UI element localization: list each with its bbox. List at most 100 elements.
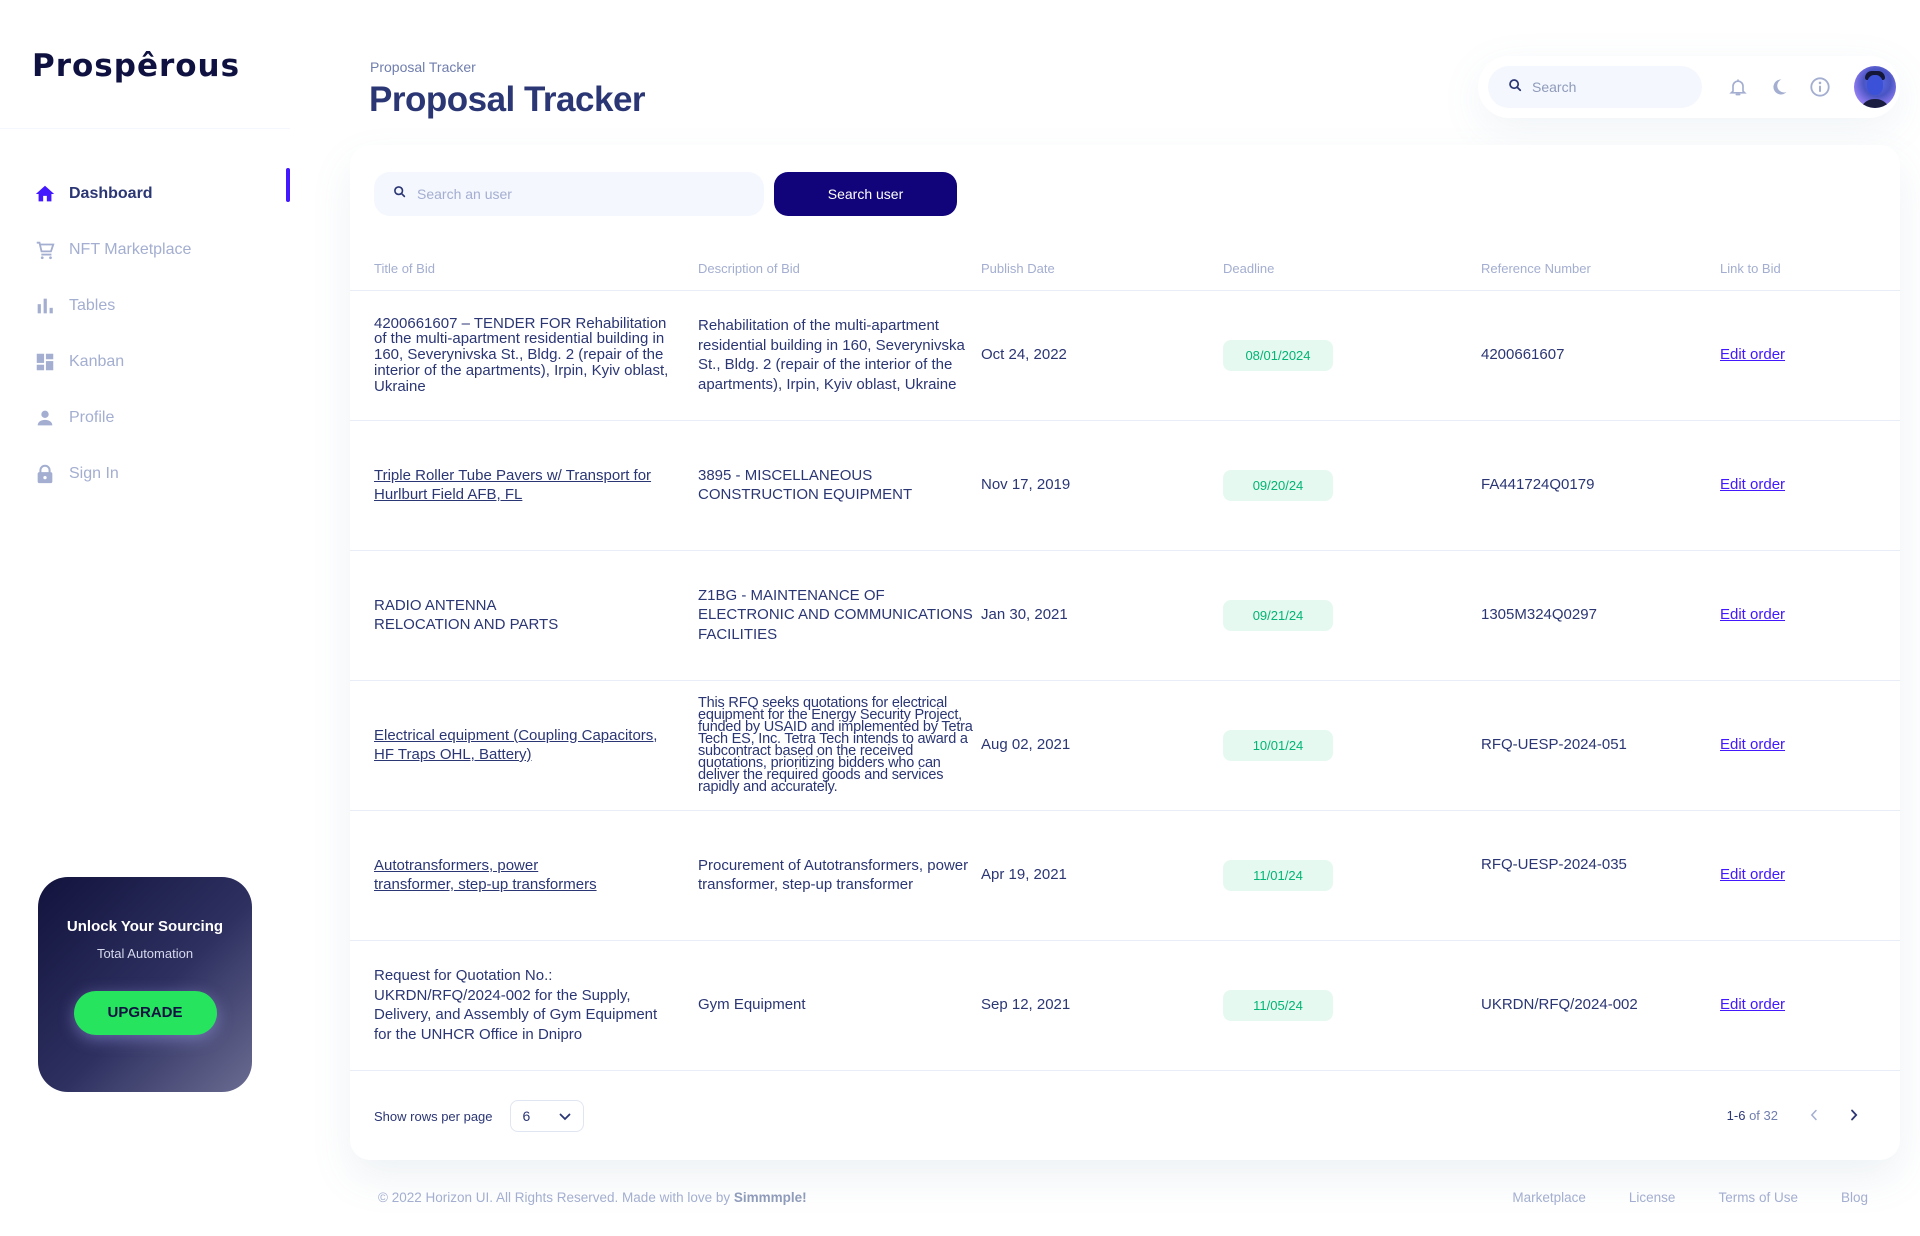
top-navbar (1478, 56, 1900, 118)
rows-per-page: Show rows per page 6 (374, 1100, 584, 1132)
deadline-cell: 09/21/24 (1223, 550, 1481, 681)
sidebar-item-dashboard[interactable]: Dashboard (0, 166, 290, 222)
user-search-input[interactable] (417, 186, 737, 202)
bell-icon[interactable] (1726, 75, 1750, 99)
author-link[interactable]: Simmmple! (734, 1190, 807, 1205)
footer-links: Marketplace License Terms of Use Blog (1469, 1190, 1868, 1205)
table-row: 4200661607 – TENDER FOR Rehabilitation o… (350, 290, 1900, 421)
breadcrumb[interactable]: Proposal Tracker (370, 59, 476, 75)
reference-number-cell: RFQ-UESP-2024-035 (1481, 810, 1720, 941)
reference-number: 1305M324Q0297 (1481, 550, 1720, 681)
publish-date: Jan 30, 2021 (981, 550, 1223, 681)
sidebar-item-sign-in[interactable]: Sign In (0, 446, 290, 502)
sidebar-item-profile[interactable]: Profile (0, 390, 290, 446)
avatar-body (1860, 99, 1890, 108)
active-indicator (286, 168, 290, 202)
info-icon[interactable] (1808, 75, 1832, 99)
rows-per-page-value: 6 (522, 1108, 531, 1124)
bid-description: Gym Equipment (698, 940, 981, 1071)
edit-order-link[interactable]: Edit order (1720, 996, 1785, 1013)
column-header-link[interactable]: Link to Bid (1720, 255, 1900, 291)
dashboard-grid-icon (34, 351, 56, 373)
moon-icon[interactable] (1767, 75, 1791, 99)
bid-description: This RFQ seeks quotations for electrical… (698, 680, 981, 811)
upgrade-promo-card: Unlock Your Sourcing Total Automation UP… (38, 877, 252, 1092)
sidebar-item-tables[interactable]: Tables (0, 278, 290, 334)
edit-order-link[interactable]: Edit order (1720, 736, 1785, 753)
column-header-deadline[interactable]: Deadline (1223, 255, 1481, 291)
sidebar-divider (0, 128, 290, 129)
reference-number: RFQ-UESP-2024-035 (1481, 856, 1627, 874)
rows-per-page-label: Show rows per page (374, 1108, 493, 1124)
bid-title-link[interactable]: Autotransformers, power transformer, ste… (374, 857, 597, 894)
rows-per-page-select[interactable]: 6 (509, 1100, 584, 1132)
copyright-text: © 2022 Horizon UI. All Rights Reserved. … (378, 1190, 731, 1205)
pagination: 1-6 of 32 (1727, 1105, 1864, 1125)
bid-title-cell: Triple Roller Tube Pavers w/ Transport f… (350, 420, 698, 551)
deadline-badge: 11/05/24 (1223, 989, 1333, 1021)
column-header-reference[interactable]: Reference Number (1481, 255, 1720, 291)
sidebar-item-label: Tables (69, 297, 116, 314)
deadline-cell: 11/05/24 (1223, 940, 1481, 1071)
footer-copyright: © 2022 Horizon UI. All Rights Reserved. … (378, 1190, 807, 1205)
deadline-badge: 11/01/24 (1223, 859, 1333, 891)
column-header-publish-date[interactable]: Publish Date (981, 255, 1223, 291)
reference-number: UKRDN/RFQ/2024-002 (1481, 940, 1720, 1071)
bid-description: Procurement of Autotransformers, power t… (698, 810, 981, 941)
column-header-title[interactable]: Title of Bid (350, 255, 698, 291)
edit-order-link[interactable]: Edit order (1720, 606, 1785, 623)
avatar-face (1867, 75, 1883, 95)
footer-link-terms[interactable]: Terms of Use (1718, 1190, 1798, 1205)
table-row: RADIO ANTENNA RELOCATION AND PARTS Z1BG … (350, 550, 1900, 681)
edit-order-link[interactable]: Edit order (1720, 866, 1785, 883)
sidebar-item-label: Profile (69, 409, 115, 426)
bar-chart-icon (34, 295, 56, 317)
person-icon (34, 407, 56, 429)
search-icon (1508, 78, 1522, 97)
edit-order-link[interactable]: Edit order (1720, 476, 1785, 493)
bid-title: 4200661607 – TENDER FOR Rehabilitation o… (350, 290, 698, 421)
bid-title-link[interactable]: Triple Roller Tube Pavers w/ Transport f… (374, 467, 651, 504)
lock-icon (34, 463, 56, 485)
proposal-table-card: Search user Title of Bid Description of … (350, 145, 1900, 1160)
table-header-row: Title of Bid Description of Bid Publish … (350, 255, 1900, 291)
footer-link-marketplace[interactable]: Marketplace (1512, 1190, 1586, 1205)
table-row: Electrical equipment (Coupling Capacitor… (350, 680, 1900, 811)
sidebar-item-kanban[interactable]: Kanban (0, 334, 290, 390)
page-total: of 32 (1749, 1107, 1778, 1123)
search-icon (393, 185, 406, 203)
chevron-right-icon (1851, 1109, 1858, 1121)
global-search-input[interactable] (1532, 79, 1682, 95)
home-icon (34, 183, 56, 205)
publish-date: Sep 12, 2021 (981, 940, 1223, 1071)
footer-link-license[interactable]: License (1629, 1190, 1676, 1205)
deadline-cell: 09/20/24 (1223, 420, 1481, 551)
column-header-description[interactable]: Description of Bid (698, 255, 981, 291)
bid-description: Z1BG - MAINTENANCE OF ELECTRONIC AND COM… (698, 550, 981, 681)
reference-number: 4200661607 (1481, 290, 1720, 421)
bid-title-link[interactable]: Electrical equipment (Coupling Capacitor… (374, 727, 657, 764)
footer-link-blog[interactable]: Blog (1841, 1190, 1868, 1205)
sidebar-item-label: Sign In (69, 465, 119, 482)
publish-date: Apr 19, 2021 (981, 810, 1223, 941)
chevron-down-icon (559, 1108, 571, 1124)
promo-title: Unlock Your Sourcing (66, 918, 224, 935)
global-search (1488, 66, 1702, 108)
prev-page-button[interactable] (1804, 1105, 1824, 1125)
user-avatar[interactable] (1854, 66, 1896, 108)
bid-description: Rehabilitation of the multi-apartment re… (698, 290, 981, 421)
page-title: Proposal Tracker (369, 80, 646, 119)
brand-logo[interactable]: Prospêrous (32, 48, 240, 84)
next-page-button[interactable] (1844, 1105, 1864, 1125)
sidebar-item-nft-marketplace[interactable]: NFT Marketplace (0, 222, 290, 278)
proposal-table: Title of Bid Description of Bid Publish … (350, 255, 1900, 1071)
sidebar-item-label: Dashboard (69, 185, 153, 202)
link-cell: Edit order (1720, 940, 1900, 1071)
publish-date: Aug 02, 2021 (981, 680, 1223, 811)
upgrade-button[interactable]: UPGRADE (73, 991, 217, 1035)
page-range-value: 1-6 (1726, 1107, 1746, 1123)
deadline-cell: 08/01/2024 (1223, 290, 1481, 421)
search-user-button[interactable]: Search user (774, 172, 957, 216)
sidebar: Prospêrous Dashboard NFT Marketplace Tab… (0, 0, 290, 1236)
edit-order-link[interactable]: Edit order (1720, 346, 1785, 363)
